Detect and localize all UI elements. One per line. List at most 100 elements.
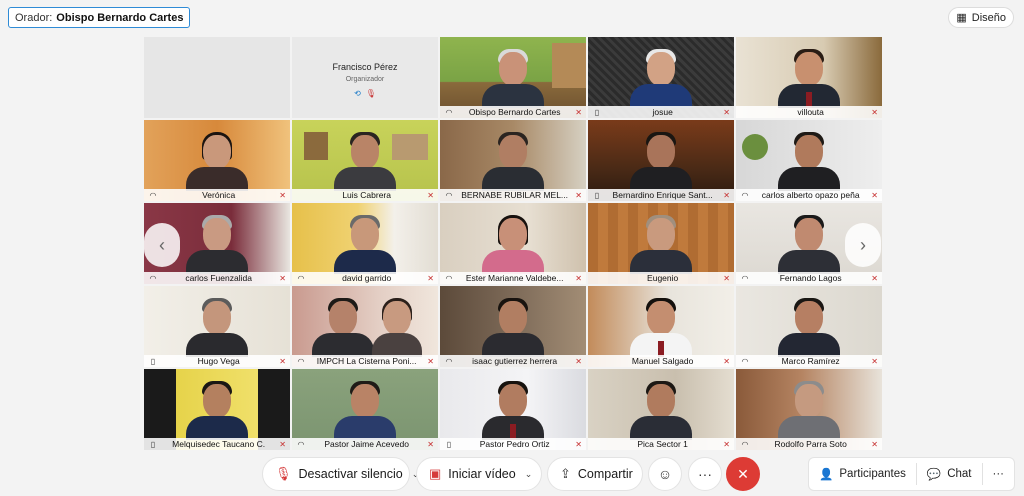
participant-video [482,127,544,191]
person-icon: 👤 [819,469,834,481]
mic-muted-icon: ✕ [575,273,582,283]
start-video-button[interactable]: ▣ Iniciar vídeo ⌄ [416,457,542,491]
participant-video [630,127,692,191]
mic-muted-icon: ✕ [575,439,582,449]
headset-icon: ◠ [741,190,749,200]
participant-tile[interactable]: Pica Sector 1 ✕ [588,369,734,450]
participant-name: BERNABE RUBILAR MEL... [461,190,569,200]
reactions-button[interactable]: ☺ [648,457,682,491]
video-off-icon: ▣ [429,466,442,481]
participant-video [482,210,544,274]
video-grid: Francisco Pérez Organizador ⟲ 🎙 ◠ Obispo… [144,37,882,452]
participant-name: carlos Fuenzalida [185,273,252,283]
participant-tile[interactable]: ◠ Marco Ramírez ✕ [736,286,882,367]
chat-label: Chat [947,468,972,480]
participant-video [630,44,692,108]
headset-icon: ◠ [149,273,157,283]
share-label: Compartir [577,467,633,481]
participant-tile[interactable]: ◠ IMPCH La Cisterna Poni... ✕ [292,286,438,367]
mic-muted-icon: ✕ [723,273,730,283]
headset-icon: ◠ [149,190,157,200]
more-options-button[interactable]: ··· [688,457,722,491]
layout-button-label: Diseño [971,11,1006,24]
participant-video [312,293,375,357]
participant-video [186,376,248,440]
mic-muted-icon: ✕ [427,356,434,366]
mic-muted-icon: ✕ [427,190,434,200]
next-page-button[interactable]: › [845,223,881,267]
participant-name: isaac gutierrez herrera [472,356,558,366]
participant-video [334,210,396,274]
unmute-button[interactable]: 🎙 Desactivar silencio ⌄ [262,457,419,491]
participant-tile[interactable]: ◠ carlos alberto opazo peña ✕ [736,120,882,201]
mic-muted-icon: ✕ [427,273,434,283]
participant-tile[interactable]: ▯ Hugo Vega ✕ [144,286,290,367]
participant-tile-organizer[interactable]: Francisco Pérez Organizador ⟲ 🎙 [292,37,438,118]
unmute-label: Desactivar silencio [298,467,403,481]
mic-muted-icon: ✕ [871,356,878,366]
participant-name: Fernando Lagos [779,273,842,283]
phone-icon: ▯ [446,439,452,449]
chat-bubble-icon: 💬 [926,469,942,481]
share-icon: ⇪ [560,466,571,481]
participant-name: Ester Marianne Valdebe... [465,273,564,283]
layout-button[interactable]: ▦ Diseño [948,7,1014,28]
participant-tile[interactable]: ◠ Obispo Bernardo Cartes ✕ [440,37,586,118]
share-button[interactable]: ⇪ Compartir [547,457,643,491]
participant-tile[interactable]: ▯ Pastor Pedro Ortiz ✕ [440,369,586,450]
participant-tile[interactable]: ◠ Pastor Jaime Acevedo ✕ [292,369,438,450]
participant-name: Verónica [202,190,236,200]
grid-layout-icon: ▦ [956,12,967,24]
participant-tile[interactable]: ◠ Verónica ✕ [144,120,290,201]
participant-tile[interactable]: ▯ josue ✕ [588,37,734,118]
mic-muted-icon: ✕ [871,273,878,283]
headset-icon: ◠ [445,356,453,366]
chat-panel-button[interactable]: 💬 Chat [917,458,982,490]
participant-tile[interactable]: ◠ david garrido ✕ [292,203,438,284]
participant-tile[interactable]: ◠ Rodolfo Parra Soto ✕ [736,369,882,450]
mic-muted-icon: ✕ [575,190,582,200]
participant-name: villouta [797,107,824,117]
participant-video [778,44,840,108]
participant-video [630,210,692,274]
participant-tile[interactable]: ◠ Ester Marianne Valdebe... ✕ [440,203,586,284]
participant-video [482,44,544,108]
leave-meeting-button[interactable]: ✕ [726,457,760,491]
participant-tile[interactable]: ◠ BERNABE RUBILAR MEL... ✕ [440,120,586,201]
mic-muted-icon: ✕ [723,190,730,200]
participant-name: Marco Ramírez [781,356,840,366]
participant-name: Pica Sector 1 [637,439,688,449]
panel-controls: 👤 Participantes 💬 Chat ··· [808,457,1015,491]
participant-tile[interactable]: Luis Cabrera ✕ [292,120,438,201]
phone-icon: ▯ [150,356,156,366]
phone-icon: ▯ [594,190,600,200]
participant-name: Luis Cabrera [342,190,391,200]
participant-tile[interactable]: Manuel Salgado ✕ [588,286,734,367]
participant-tile[interactable]: Eugenio ✕ [588,203,734,284]
participant-tile[interactable]: ◠ isaac gutierrez herrera ✕ [440,286,586,367]
mic-muted-icon: ✕ [279,356,286,366]
participants-panel-button[interactable]: 👤 Participantes [809,458,916,490]
participant-name: Pastor Pedro Ortiz [479,439,550,449]
participant-name: Eugenio [647,273,679,283]
participant-video [778,376,840,440]
speaker-name: Obispo Bernardo Cartes [56,11,184,24]
organizer-role: Organizador [345,75,385,83]
mic-muted-icon: ✕ [575,356,582,366]
previous-page-button[interactable]: ‹ [144,223,180,267]
mic-muted-icon: ✕ [723,107,730,117]
participant-name: IMPCH La Cisterna Poni... [316,356,417,366]
chevron-down-icon[interactable]: ⌄ [525,469,533,480]
participant-tile[interactable]: ▯ Melquisedec Taucano C. ✕ [144,369,290,450]
participant-video [186,127,248,191]
mic-muted-icon: ✕ [723,439,730,449]
participant-tile[interactable]: villouta ✕ [736,37,882,118]
mic-muted-icon: ✕ [723,356,730,366]
panel-more-button[interactable]: ··· [983,458,1015,490]
mic-muted-icon: ✕ [427,439,434,449]
headset-icon: ◠ [445,190,453,200]
participant-video [778,210,840,274]
mic-muted-icon: 🎙 [365,88,376,98]
participant-tile[interactable]: ▯ Bernardino Enrique Sant... ✕ [588,120,734,201]
mic-muted-icon: ✕ [871,439,878,449]
